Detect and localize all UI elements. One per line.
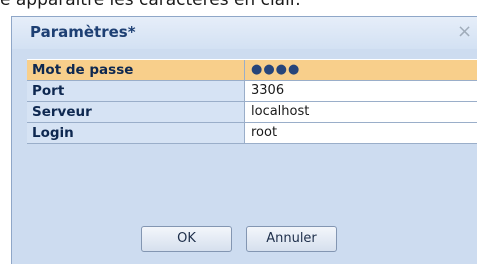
background-text: e apparaître les caractères en clair.: [0, 0, 301, 10]
close-icon[interactable]: ×: [457, 22, 472, 42]
port-value[interactable]: 3306: [245, 81, 477, 101]
property-key: Port: [27, 81, 245, 101]
property-key: Login: [27, 123, 245, 143]
ok-button[interactable]: OK: [141, 226, 232, 252]
cancel-button[interactable]: Annuler: [246, 226, 337, 252]
login-value[interactable]: root: [245, 123, 477, 143]
property-row-password[interactable]: Mot de passe ●●●●: [27, 60, 477, 81]
screen: e apparaître les caractères en clair. Pa…: [0, 0, 477, 264]
property-key: Serveur: [27, 102, 245, 122]
dialog-title: Paramètres*: [30, 23, 136, 41]
property-grid: Mot de passe ●●●● Port 3306 Serveur loca…: [27, 59, 477, 144]
property-row-server[interactable]: Serveur localhost: [27, 102, 477, 123]
settings-dialog: Paramètres* × Mot de passe ●●●● Port 330…: [11, 16, 477, 264]
property-row-login[interactable]: Login root: [27, 123, 477, 144]
server-value[interactable]: localhost: [245, 102, 477, 122]
property-row-port[interactable]: Port 3306: [27, 81, 477, 102]
password-value[interactable]: ●●●●: [245, 60, 477, 80]
property-key: Mot de passe: [27, 60, 245, 80]
dialog-titlebar: Paramètres* ×: [12, 17, 477, 49]
